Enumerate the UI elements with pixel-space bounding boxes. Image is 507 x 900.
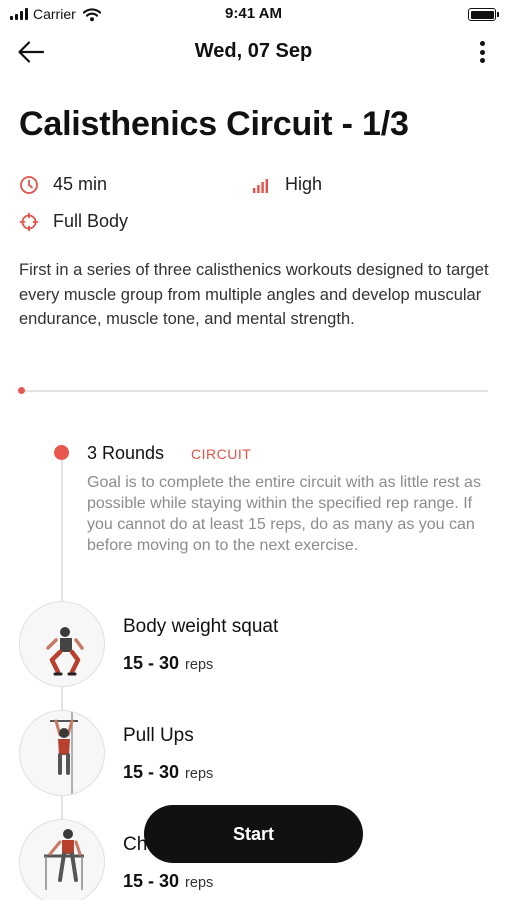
start-button[interactable]: Start xyxy=(144,805,363,863)
reps-range: 15 - 30 xyxy=(123,871,180,891)
chest-exercise-figure-icon xyxy=(44,829,84,890)
exercise-item[interactable]: Body weight squat 15 - 30 reps xyxy=(19,601,489,691)
intensity-bars-icon xyxy=(253,178,268,193)
progress-marker xyxy=(18,387,25,394)
header: Wed, 07 Sep xyxy=(0,30,507,74)
exercise-thumbnail xyxy=(19,601,105,687)
battery-icon xyxy=(468,8,499,21)
intensity-value: High xyxy=(285,174,323,194)
status-time: 9:41 AM xyxy=(225,5,282,22)
intensity-info: High xyxy=(251,174,322,195)
exercise-reps: 15 - 30 reps xyxy=(123,762,213,783)
workout-title: Calisthenics Circuit - 1/3 xyxy=(19,105,409,143)
round-marker xyxy=(54,445,69,460)
exercise-reps: 15 - 30 reps xyxy=(123,653,213,674)
exercise-name: Pull Ups xyxy=(123,725,194,746)
reps-range: 15 - 30 xyxy=(123,653,180,673)
exercise-name: Body weight squat xyxy=(123,616,279,637)
exercise-thumbnail xyxy=(19,710,105,796)
duration-value: 45 min xyxy=(53,174,108,194)
reps-unit: reps xyxy=(185,657,214,673)
target-icon xyxy=(19,212,39,231)
exercise-item[interactable]: Pull Ups 15 - 30 reps xyxy=(19,710,489,800)
dot xyxy=(479,41,485,46)
more-options-button[interactable] xyxy=(475,38,489,66)
status-bar: Carrier 9:41 AM xyxy=(0,0,507,28)
exercise-reps: 15 - 30 reps xyxy=(123,871,213,892)
workout-description: First in a series of three calisthenics … xyxy=(19,261,489,328)
reps-range: 15 - 30 xyxy=(123,762,180,782)
squat-figure-icon xyxy=(46,627,84,676)
focus-value: Full Body xyxy=(53,211,129,231)
circuit-tag: CIRCUIT xyxy=(191,446,252,462)
pull-up-figure-icon xyxy=(50,711,78,795)
rounds-label: 3 Rounds xyxy=(87,443,165,463)
progress-track xyxy=(22,390,488,392)
dot xyxy=(479,58,485,63)
exercise-thumbnail xyxy=(19,819,105,900)
dot xyxy=(479,49,485,55)
focus-info: Full Body xyxy=(19,211,128,232)
clock-icon xyxy=(20,175,38,194)
reps-unit: reps xyxy=(185,875,214,891)
header-date: Wed, 07 Sep xyxy=(194,40,313,62)
duration-info: 45 min xyxy=(19,174,107,195)
circuit-goal: Goal is to complete the entire circuit w… xyxy=(87,474,481,554)
reps-unit: reps xyxy=(185,766,214,782)
